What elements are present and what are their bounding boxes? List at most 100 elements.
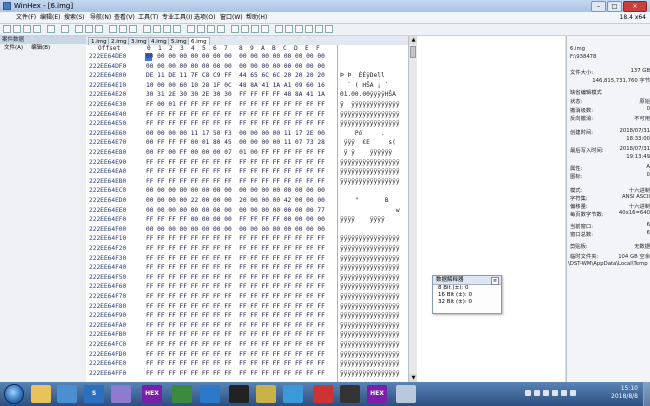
hex-row[interactable]: 222EE64F00 00 00 00 00 00 00 00 00 00 00 … bbox=[86, 226, 408, 234]
row-hex-bytes[interactable]: 00 00 00 00 00 00 00 00 00 00 00 00 00 0… bbox=[146, 53, 325, 61]
row-hex-bytes[interactable]: 00 00 00 00 11 17 50 F3 00 00 00 00 11 1… bbox=[146, 130, 325, 138]
row-hex-bytes[interactable]: 00 00 00 00 00 00 00 00 00 00 00 00 00 0… bbox=[146, 187, 325, 195]
row-hex-bytes[interactable]: FF FF FF FF FF FF FF FF FF FF FF FF FF F… bbox=[146, 159, 325, 167]
hex-row[interactable]: 222EE64E50 FF FF FF FF FF FF FF FF FF FF … bbox=[86, 120, 408, 128]
image-icon[interactable] bbox=[285, 25, 293, 33]
undo-icon[interactable] bbox=[61, 25, 69, 33]
browser-icon[interactable] bbox=[200, 385, 220, 403]
row-ascii-text[interactable]: Pó . bbox=[340, 130, 385, 138]
row-ascii-text[interactable]: ÿÿÿÿÿÿÿÿÿÿÿÿÿÿÿÿ bbox=[340, 111, 400, 119]
tray-icon[interactable] bbox=[543, 390, 549, 396]
row-hex-bytes[interactable]: FF FF FF FF FF FF FF FF FF FF FF FF FF F… bbox=[146, 293, 325, 301]
menu-help[interactable]: 帮助(H) bbox=[246, 12, 267, 23]
winhex-taskbar-button-2[interactable]: HEX bbox=[367, 385, 387, 403]
hex-row[interactable]: 222EE64E00 DE 11 DE 11 7F C8 C9 FF 44 65 … bbox=[86, 72, 408, 80]
menu-file[interactable]: 文件(F) bbox=[16, 12, 36, 23]
print-icon[interactable] bbox=[33, 25, 41, 33]
hex-row[interactable]: 222EE64E30 FF 00 01 FF FF FF FF FF FF FF … bbox=[86, 101, 408, 109]
row-ascii-text[interactable]: ` ( HŠA ¡ ` bbox=[340, 82, 388, 90]
row-ascii-text[interactable]: ÿÿÿÿÿÿÿÿÿÿÿÿÿÿÿÿ bbox=[340, 331, 400, 339]
menu-view[interactable]: 查看(V) bbox=[114, 12, 135, 23]
row-ascii-text[interactable]: ÿÿÿÿÿÿÿÿÿÿÿÿÿÿÿÿ bbox=[340, 283, 400, 291]
clock[interactable]: 15:10 2018/8/8 bbox=[611, 385, 638, 401]
hex-row[interactable]: 222EE64F60 FF FF FF FF FF FF FF FF FF FF … bbox=[86, 283, 408, 291]
hex-row[interactable]: 222EE64FE0 FF FF FF FF FF FF FF FF FF FF … bbox=[86, 360, 408, 368]
interpreter-menu-icon[interactable]: ≡ bbox=[491, 277, 499, 285]
row-ascii-text[interactable]: ÿ ÿ ÿÿÿÿÿÿ bbox=[340, 149, 392, 157]
copy-icon[interactable] bbox=[85, 25, 93, 33]
folder-icon[interactable] bbox=[256, 385, 276, 403]
hex-row[interactable]: 222EE64EA0 FF FF FF FF FF FF FF FF FF FF … bbox=[86, 168, 408, 176]
row-ascii-text[interactable]: ÿÿÿÿÿÿÿÿÿÿÿÿÿÿÿÿ bbox=[340, 341, 400, 349]
hex-row[interactable]: 222EE64E70 00 FF FF FF 00 01 80 45 00 00 … bbox=[86, 139, 408, 147]
row-ascii-text[interactable]: ÿÿÿÿÿÿÿÿÿÿÿÿÿÿÿÿ bbox=[340, 303, 400, 311]
menu-window[interactable]: 窗口(W) bbox=[220, 12, 243, 23]
arrow-down-icon[interactable] bbox=[261, 25, 269, 33]
row-ascii-text[interactable]: ÿÿÿÿÿÿÿÿÿÿÿÿÿÿÿÿ bbox=[340, 274, 400, 282]
hex-row[interactable]: 222EE64F30 FF FF FF FF FF FF FF FF FF FF … bbox=[86, 255, 408, 263]
hex-row[interactable]: 222EE64F80 FF FF FF FF FF FF FF FF FF FF … bbox=[86, 303, 408, 311]
hex-editor[interactable]: Offset 0 1 2 3 4 5 6 7 8 9 A B C D E F 2… bbox=[86, 45, 408, 382]
hex-row[interactable]: 222EE64FD0 FF FF FF FF FF FF FF FF FF FF … bbox=[86, 351, 408, 359]
hex-row[interactable]: 222EE64F10 FF FF FF FF FF FF FF FF FF FF … bbox=[86, 235, 408, 243]
app-light-icon[interactable] bbox=[396, 385, 416, 403]
hex-row[interactable]: 222EE64FB0 FF FF FF FF FF FF FF FF FF FF … bbox=[86, 331, 408, 339]
hex-row[interactable]: 222EE64E20 30 31 2E 30 30 2E 30 30 FF FF … bbox=[86, 91, 408, 99]
row-hex-bytes[interactable]: FF FF FF FF FF FF FF FF FF FF FF FF FF F… bbox=[146, 322, 325, 330]
hex-row[interactable]: 222EE64EC0 00 00 00 00 00 00 00 00 00 00 … bbox=[86, 187, 408, 195]
row-hex-bytes[interactable]: FF FF FF FF FF FF FF FF FF FF FF FF FF F… bbox=[146, 312, 325, 320]
ram-icon[interactable] bbox=[197, 25, 205, 33]
row-hex-bytes[interactable]: FF FF FF FF FF FF FF FF FF FF FF FF FF F… bbox=[146, 168, 325, 176]
network-tray-icon[interactable] bbox=[570, 390, 576, 396]
scroll-thumb[interactable] bbox=[410, 46, 416, 58]
arrow-right-icon[interactable] bbox=[241, 25, 249, 33]
row-ascii-text[interactable]: " B bbox=[340, 197, 389, 205]
row-hex-bytes[interactable]: FF FF FF FF FF FF FF FF FF FF FF FF FF F… bbox=[146, 264, 325, 272]
network-icon[interactable] bbox=[57, 385, 77, 403]
menu-edit[interactable]: 编辑(E) bbox=[40, 12, 60, 23]
row-ascii-text[interactable]: ÿÿÿÿÿÿÿÿÿÿÿÿÿÿÿÿ bbox=[340, 264, 400, 272]
row-ascii-text[interactable]: ÿÿÿÿÿÿÿÿÿÿÿÿÿÿÿÿ bbox=[340, 159, 400, 167]
settings-icon[interactable] bbox=[275, 25, 283, 33]
properties-icon[interactable] bbox=[47, 25, 55, 33]
hex-row[interactable]: 222EE64E90 FF FF FF FF FF FF FF FF FF FF … bbox=[86, 159, 408, 167]
row-ascii-text[interactable]: ÿÿÿÿÿÿÿÿÿÿÿÿÿÿÿÿ bbox=[340, 168, 400, 176]
tab-4-img[interactable]: 4.img bbox=[148, 37, 170, 45]
goto-offset-icon[interactable] bbox=[143, 25, 151, 33]
row-hex-bytes[interactable]: FF FF FF FF FF FF FF FF FF FF FF FF FF F… bbox=[146, 255, 325, 263]
row-hex-bytes[interactable]: 00 00 00 00 00 00 00 00 00 00 00 00 00 0… bbox=[146, 63, 325, 71]
find-icon[interactable] bbox=[109, 25, 117, 33]
menu-options[interactable]: 选项(O) bbox=[194, 12, 215, 23]
hex-row[interactable]: 222EE64F50 FF FF FF FF FF FF FF FF FF FF … bbox=[86, 274, 408, 282]
back-icon[interactable] bbox=[163, 25, 171, 33]
row-hex-bytes[interactable]: 00 FF 00 FF 00 00 00 07 01 00 FF FF FF F… bbox=[146, 149, 325, 157]
winhex-taskbar-button[interactable]: HEX bbox=[142, 385, 162, 403]
row-hex-bytes[interactable]: FF FF FF FF FF FF FF FF FF FF FF FF FF F… bbox=[146, 178, 325, 186]
hex-row[interactable]: 222EE64E40 FF FF FF FF FF FF FF FF FF FF … bbox=[86, 111, 408, 119]
row-hex-bytes[interactable]: FF FF FF FF FF FF FF FF FF FF FF FF FF F… bbox=[146, 245, 325, 253]
minimize-button[interactable]: – bbox=[591, 1, 606, 12]
row-hex-bytes[interactable]: FF FF FF FF FF FF FF FF FF FF FF FF FF F… bbox=[146, 283, 325, 291]
app-dark-icon[interactable] bbox=[340, 385, 360, 403]
hex-row[interactable]: 222EE64F70 FF FF FF FF FF FF FF FF FF FF … bbox=[86, 293, 408, 301]
row-ascii-text[interactable]: ÿÿÿÿÿÿÿÿÿÿÿÿÿÿÿÿ bbox=[340, 178, 400, 186]
row-ascii-text[interactable]: ÿÿÿÿÿÿÿÿÿÿÿÿÿÿÿÿ bbox=[340, 255, 400, 263]
app-s-icon[interactable]: S bbox=[84, 385, 104, 403]
show-desktop-button[interactable] bbox=[643, 382, 650, 406]
row-hex-bytes[interactable]: FF FF FF FF FF FF FF FF FF FF FF FF FF F… bbox=[146, 370, 325, 378]
row-hex-bytes[interactable]: FF FF FF FF FF FF FF FF FF FF FF FF FF F… bbox=[146, 360, 325, 368]
hex-row[interactable]: 222EE64E10 10 00 00 60 10 28 1F 0C 48 8A … bbox=[86, 82, 408, 90]
row-ascii-text[interactable]: ÿÿÿÿÿÿÿÿÿÿÿÿÿÿÿÿ bbox=[340, 120, 400, 128]
explorer-icon[interactable] bbox=[31, 385, 51, 403]
link-icon[interactable] bbox=[305, 25, 313, 33]
case-file-menu[interactable]: 文件(A) bbox=[4, 44, 23, 52]
row-hex-bytes[interactable]: 00 FF FF FF 00 01 80 45 00 00 00 00 11 0… bbox=[146, 139, 325, 147]
qq-icon[interactable] bbox=[229, 385, 249, 403]
row-hex-bytes[interactable]: FF FF FF FF FF FF FF FF FF FF FF FF FF F… bbox=[146, 274, 325, 282]
row-hex-bytes[interactable]: FF FF FF FF FF FF FF FF FF FF FF FF FF F… bbox=[146, 331, 325, 339]
app-icon[interactable] bbox=[172, 385, 192, 403]
hex-row[interactable]: 222EE64DE0 00 00 00 00 00 00 00 00 00 00 … bbox=[86, 53, 408, 61]
row-hex-bytes[interactable]: FF FF FF FF 00 00 00 00 FF FF FF FF 00 0… bbox=[146, 216, 325, 224]
tab-6-img[interactable]: 6.img bbox=[188, 37, 210, 45]
hex-row[interactable]: 222EE64ED0 00 00 00 00 22 00 00 00 20 00 … bbox=[86, 197, 408, 205]
